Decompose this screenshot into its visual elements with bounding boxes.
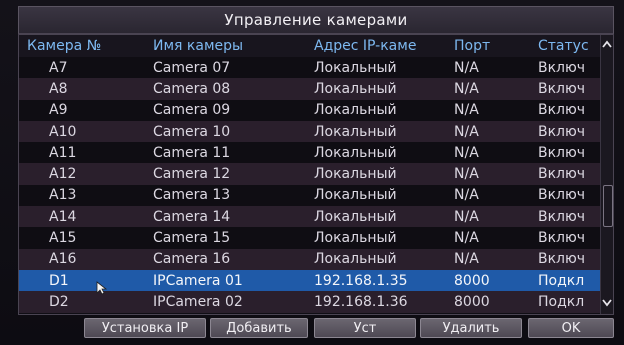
ip-address-cell: Локальный bbox=[314, 144, 397, 161]
table-row[interactable]: A11 Camera 11 Локальный N/A Включ bbox=[19, 142, 601, 164]
port-cell: N/A bbox=[454, 187, 479, 204]
status-cell: Включ bbox=[538, 102, 586, 119]
camera-name-cell: IPCamera 01 bbox=[153, 272, 243, 289]
scrollbar-thumb[interactable] bbox=[603, 185, 613, 227]
camera-number-cell: D2 bbox=[49, 293, 69, 310]
ip-address-cell: Локальный bbox=[314, 230, 397, 247]
table-row[interactable]: A12 Camera 12 Локальный N/A Включ bbox=[19, 163, 601, 185]
status-cell: Включ bbox=[538, 187, 586, 204]
column-header-port[interactable]: Порт bbox=[448, 38, 528, 54]
setup-ip-button[interactable]: Установка IP bbox=[84, 318, 206, 338]
column-header-camera-name[interactable]: Имя камеры bbox=[141, 38, 306, 54]
ip-address-cell: Локальный bbox=[314, 187, 397, 204]
camera-number-cell: A12 bbox=[49, 166, 77, 183]
mouse-pointer-icon bbox=[96, 281, 108, 295]
ip-address-cell: Локальный bbox=[314, 80, 397, 97]
port-cell: N/A bbox=[454, 251, 479, 268]
delete-button[interactable]: Удалить bbox=[420, 318, 522, 338]
ip-address-cell: Локальный bbox=[314, 59, 397, 76]
status-cell: Включ bbox=[538, 80, 586, 97]
action-buttons: Установка IP Добавить Уст Удалить OK bbox=[0, 318, 624, 342]
camera-name-cell: Camera 08 bbox=[153, 80, 231, 97]
camera-number-cell: A14 bbox=[49, 208, 77, 225]
ip-address-cell: Локальный bbox=[314, 208, 397, 225]
port-cell: N/A bbox=[454, 102, 479, 119]
column-header-ip-address[interactable]: Адрес IP-каме bbox=[306, 38, 448, 54]
table-row[interactable]: A13 Camera 13 Локальный N/A Включ bbox=[19, 184, 601, 207]
camera-number-cell: A8 bbox=[49, 80, 68, 97]
table-row[interactable]: A7 Camera 07 Локальный N/A Включ bbox=[19, 57, 601, 79]
ip-address-cell: 192.168.1.35 bbox=[314, 272, 408, 289]
camera-name-cell: Camera 15 bbox=[153, 230, 231, 247]
camera-name-cell: Camera 14 bbox=[153, 208, 231, 225]
table-body: A7 Camera 07 Локальный N/A Включ A8 Camera 08 Л… bbox=[19, 57, 601, 313]
status-cell: Подкл bbox=[538, 272, 585, 289]
port-cell: N/A bbox=[454, 123, 479, 140]
camera-number-cell: A13 bbox=[49, 187, 77, 204]
table-row[interactable]: A16 Camera 16 Локальный N/A Включ bbox=[19, 248, 601, 270]
camera-number-cell: A15 bbox=[49, 230, 77, 247]
camera-management-screen: Управление камерами Камера № Имя камеры … bbox=[0, 0, 624, 345]
camera-number-cell: A7 bbox=[49, 59, 68, 76]
camera-name-cell: Camera 11 bbox=[153, 144, 231, 161]
column-header-camera-number[interactable]: Камера № bbox=[19, 38, 141, 54]
ok-button[interactable]: OK bbox=[528, 318, 614, 338]
table-row[interactable]: A14 Camera 14 Локальный N/A Включ bbox=[19, 206, 601, 228]
status-cell: Включ bbox=[538, 123, 586, 140]
status-cell: Включ bbox=[538, 166, 586, 183]
table-row[interactable]: A9 Camera 09 Локальный N/A Включ bbox=[19, 99, 601, 121]
add-button[interactable]: Добавить bbox=[210, 318, 308, 338]
ip-address-cell: 192.168.1.36 bbox=[314, 293, 408, 310]
table-row[interactable]: A15 Camera 15 Локальный N/A Включ bbox=[19, 227, 601, 249]
status-cell: Включ bbox=[538, 251, 586, 268]
camera-number-cell: A16 bbox=[49, 251, 77, 268]
table-row[interactable]: A8 Camera 08 Локальный N/A Включ bbox=[19, 78, 601, 100]
chevron-up-icon[interactable] bbox=[601, 37, 613, 51]
status-cell: Включ bbox=[538, 230, 586, 247]
status-cell: Включ bbox=[538, 59, 586, 76]
camera-number-cell: A10 bbox=[49, 123, 77, 140]
table-row[interactable]: A10 Camera 10 Локальный N/A Включ bbox=[19, 120, 601, 143]
port-cell: 8000 bbox=[454, 293, 490, 310]
port-cell: N/A bbox=[454, 230, 479, 247]
status-cell: Включ bbox=[538, 144, 586, 161]
vertical-scrollbar[interactable] bbox=[600, 35, 613, 314]
table-header: Камера № Имя камеры Адрес IP-каме Порт С… bbox=[19, 35, 601, 57]
port-cell: N/A bbox=[454, 80, 479, 97]
camera-name-cell: Camera 12 bbox=[153, 166, 231, 183]
camera-list: Камера № Имя камеры Адрес IP-каме Порт С… bbox=[18, 34, 614, 315]
port-cell: N/A bbox=[454, 208, 479, 225]
camera-name-cell: Camera 13 bbox=[153, 187, 231, 204]
set-button[interactable]: Уст bbox=[314, 318, 416, 338]
camera-number-cell: A11 bbox=[49, 144, 77, 161]
window-title: Управление камерами bbox=[224, 11, 408, 29]
port-cell: N/A bbox=[454, 144, 479, 161]
camera-name-cell: Camera 10 bbox=[153, 123, 231, 140]
column-header-status[interactable]: Статус bbox=[528, 38, 601, 54]
camera-name-cell: Camera 16 bbox=[153, 251, 231, 268]
port-cell: N/A bbox=[454, 166, 479, 183]
ip-address-cell: Локальный bbox=[314, 102, 397, 119]
ip-address-cell: Локальный bbox=[314, 123, 397, 140]
camera-name-cell: Camera 07 bbox=[153, 59, 231, 76]
ip-address-cell: Локальный bbox=[314, 166, 397, 183]
ip-address-cell: Локальный bbox=[314, 251, 397, 268]
camera-name-cell: IPCamera 02 bbox=[153, 293, 243, 310]
camera-name-cell: Camera 09 bbox=[153, 102, 231, 119]
status-cell: Включ bbox=[538, 208, 586, 225]
camera-number-cell: A9 bbox=[49, 102, 68, 119]
title-bar: Управление камерами bbox=[18, 6, 614, 35]
chevron-down-icon[interactable] bbox=[601, 296, 613, 310]
port-cell: 8000 bbox=[454, 272, 490, 289]
camera-number-cell: D1 bbox=[49, 272, 69, 289]
port-cell: N/A bbox=[454, 59, 479, 76]
status-cell: Подкл bbox=[538, 293, 585, 310]
